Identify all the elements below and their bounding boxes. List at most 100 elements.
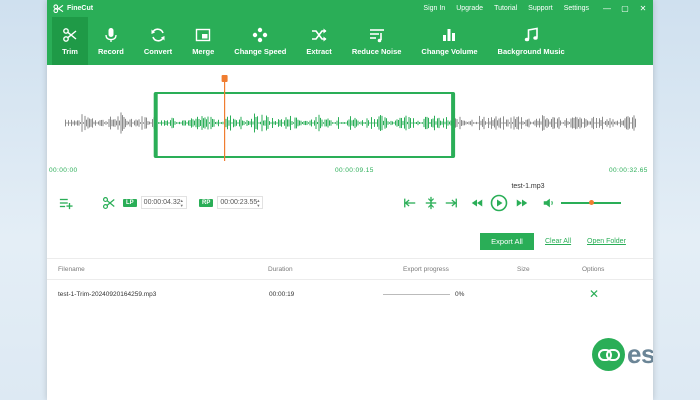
app-name: FineCut [67, 5, 94, 12]
tutorial-link[interactable]: Tutorial [494, 5, 517, 12]
tool-record[interactable]: Record [88, 17, 134, 65]
table-row[interactable]: test-1-Trim-20240920164259.mp3 00:00:19 … [47, 281, 653, 307]
waveform-bar [440, 120, 441, 126]
tool-merge[interactable]: Merge [182, 17, 224, 65]
waveform-bar [233, 118, 234, 128]
waveform-bar [176, 122, 177, 124]
waveform-bar [267, 117, 269, 129]
maximize-button[interactable]: ▢ [621, 4, 629, 13]
tool-extract[interactable]: Extract [296, 17, 341, 65]
tool-background-music[interactable]: Background Music [488, 17, 575, 65]
waveform-bar [294, 117, 296, 129]
waveform-bar [320, 117, 321, 129]
microphone-icon [105, 27, 117, 42]
volume-slider-knob[interactable] [588, 200, 594, 205]
open-folder-link[interactable]: Open Folder [587, 238, 626, 245]
rp-spinner-icon[interactable]: ▲ ▼ [256, 198, 260, 208]
waveform-bar [219, 122, 221, 124]
app-window: FineCut Sign In Upgrade Tutorial Support… [47, 0, 653, 400]
waveform-bar [404, 117, 405, 129]
selection-right-handle[interactable] [451, 92, 456, 158]
sign-in-link[interactable]: Sign In [423, 5, 445, 12]
rewind-button[interactable] [470, 196, 484, 210]
waveform-bar [429, 122, 431, 124]
waveform-bar [84, 115, 86, 131]
close-button[interactable]: ✕ [639, 4, 647, 13]
waveform-bar [513, 116, 515, 130]
fast-forward-button[interactable] [515, 196, 529, 210]
waveform-bar [260, 121, 261, 125]
waveform-bar [575, 116, 576, 130]
waveform-bar [285, 117, 287, 129]
waveform-bar [383, 120, 384, 126]
playhead-marker[interactable] [221, 75, 228, 82]
export-progress-bar [383, 294, 450, 295]
waveform-bar [317, 121, 318, 125]
cut-button[interactable] [102, 196, 116, 210]
tool-change-volume[interactable]: Change Volume [411, 17, 487, 65]
waveform-bar [378, 116, 380, 130]
support-link[interactable]: Support [528, 5, 553, 12]
waveform-bar [254, 113, 255, 133]
remove-row-button[interactable]: ✕ [589, 287, 599, 301]
minimize-button[interactable]: — [603, 4, 611, 13]
waveform-bar [387, 121, 389, 125]
waveform-bar [630, 122, 632, 124]
waveform-bar [146, 117, 147, 129]
waveform-bar [446, 117, 447, 129]
waveform-bar [512, 122, 513, 124]
waveform-bar [449, 121, 450, 125]
waveform-bar [143, 122, 144, 124]
tool-trim[interactable]: Trim [52, 17, 88, 65]
waveform-bar [374, 119, 375, 127]
lp-time-input[interactable]: 00:00:04.32 ▲ ▼ [140, 196, 187, 209]
waveform-bar [99, 120, 101, 126]
controls-row: LP 00:00:04.32 ▲ ▼ RP 00:00:23.55 ▲ ▼ [47, 193, 653, 215]
waveform-bar [573, 117, 575, 129]
waveform-bar [89, 118, 90, 128]
waveform-bar [470, 121, 471, 125]
export-all-button[interactable]: Export All [480, 233, 534, 250]
waveform-bar [186, 122, 188, 124]
waveform-bar [239, 119, 240, 127]
clear-all-link[interactable]: Clear All [545, 238, 571, 245]
waveform-bar [234, 119, 236, 127]
settings-link[interactable]: Settings [564, 5, 589, 12]
waveform-bar [407, 121, 408, 125]
waveform-bar [117, 116, 119, 130]
waveform-bar [129, 119, 131, 127]
waveform-bar [395, 120, 396, 126]
add-to-list-button[interactable] [59, 196, 73, 210]
waveform-bar [435, 121, 437, 125]
rp-badge: RP [199, 198, 214, 207]
rp-time-input[interactable]: 00:00:23.55 ▲ ▼ [217, 196, 264, 209]
mute-button[interactable] [542, 196, 556, 210]
go-to-end-button[interactable] [444, 196, 458, 210]
waveform-bar [399, 117, 401, 129]
selection-left-handle[interactable] [153, 92, 158, 158]
waveform-bar [306, 120, 308, 126]
waveform-display[interactable] [47, 65, 653, 165]
lp-spinner-icon[interactable]: ▲ ▼ [180, 198, 184, 208]
volume-slider[interactable] [561, 200, 621, 205]
play-button[interactable] [490, 194, 508, 212]
waveform-bar [83, 122, 84, 124]
waveform-bar [363, 122, 365, 124]
tool-reduce-noise[interactable]: Reduce Noise [342, 17, 412, 65]
waveform-bar [443, 118, 444, 128]
waveform-bar [185, 120, 186, 126]
waveform-bar [489, 121, 491, 125]
tool-convert[interactable]: Convert [134, 17, 182, 65]
tool-change-speed[interactable]: Change Speed [224, 17, 296, 65]
waveform-bar [377, 119, 378, 127]
go-to-start-button[interactable] [403, 196, 417, 210]
waveform-bar [476, 121, 477, 125]
play-icon [490, 194, 508, 212]
waveform-bar [324, 119, 326, 127]
split-button[interactable] [424, 196, 438, 210]
waveform-bar [537, 120, 539, 126]
waveform-bar [245, 122, 246, 124]
row-progress-text: 0% [455, 291, 465, 298]
upgrade-link[interactable]: Upgrade [456, 5, 483, 12]
waveform-bar [338, 117, 339, 129]
